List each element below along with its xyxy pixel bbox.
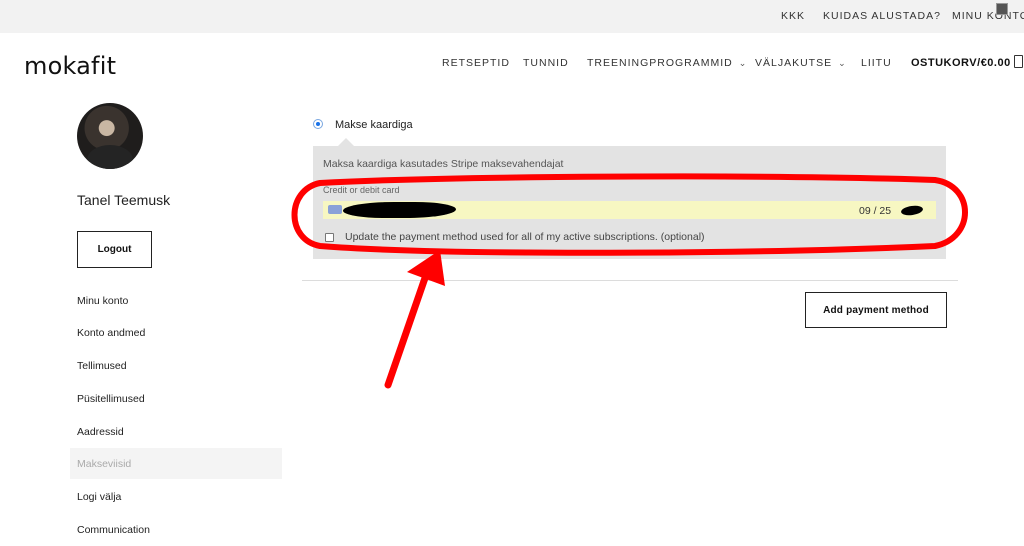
card-payment-radio[interactable] [313,119,323,129]
chevron-down-icon: ⌄ [738,58,748,68]
section-divider [302,280,958,281]
site-logo[interactable]: mokafit [24,52,116,80]
nav-item-valjakutse[interactable]: VÄLJAKUTSE ⌄ [755,57,847,69]
nav-item-label: LIITU [861,57,892,69]
sidebar-item-minu-konto[interactable]: Minu konto [77,295,128,307]
nav-item-label: TUNNID [523,57,569,69]
nav-item-retseptid[interactable]: RETSEPTID [442,57,510,69]
add-payment-method-button[interactable]: Add payment method [805,292,947,328]
sidebar-item-konto-andmed[interactable]: Konto andmed [77,327,145,339]
sidebar-item-aadressid[interactable]: Aadressid [77,426,124,438]
stripe-description: Maksa kaardiga kasutades Stripe maksevah… [323,158,564,170]
sidebar-item-communication[interactable]: Communication [77,524,150,536]
sidebar-item-logi-valja[interactable]: Logi välja [77,491,121,503]
card-payment-label[interactable]: Makse kaardiga [335,119,413,131]
topbar-link-kkk[interactable]: KKK [781,10,805,22]
card-brand-icon [328,205,342,214]
nav-item-label: VÄLJAKUTSE [755,57,833,69]
sidebar-item-pusitellimused[interactable]: Püsitellimused [77,393,145,405]
nav-item-label: RETSEPTID [442,57,510,69]
nav-item-tunnid[interactable]: TUNNID [523,57,569,69]
card-expiry-value[interactable]: 09 / 25 [859,205,891,217]
nav-item-liitu[interactable]: LIITU [861,57,892,69]
account-avatar-icon[interactable] [996,3,1008,15]
profile-avatar [77,103,143,169]
nav-item-label: TREENINGPROGRAMMID [587,57,733,69]
top-utility-bar: KKK KUIDAS ALUSTADA? MINU KONTO [0,0,1024,33]
shopping-bag-icon[interactable] [1014,55,1023,68]
update-all-subscriptions-label[interactable]: Update the payment method used for all o… [345,231,705,243]
panel-pointer [338,138,354,146]
sidebar-item-tellimused[interactable]: Tellimused [77,360,127,372]
logout-button[interactable]: Logout [77,231,152,268]
cart-link[interactable]: OSTUKORV/€0.00 [911,57,1011,69]
redaction-scribble [343,202,456,218]
chevron-down-icon: ⌄ [838,58,847,68]
topbar-link-kuidas-alustada[interactable]: KUIDAS ALUSTADA? [823,10,941,22]
nav-item-treeningprogrammid[interactable]: TREENINGPROGRAMMID ⌄ [587,57,747,69]
card-field-label: Credit or debit card [323,185,400,195]
sidebar-item-makseviisid[interactable]: Makseviisid [77,458,131,470]
profile-name: Tanel Teemusk [77,192,171,208]
topbar-link-minu-konto[interactable]: MINU KONTO [952,10,1024,22]
update-all-subscriptions-checkbox[interactable] [325,233,334,242]
annotation-arrow-shaft [384,274,429,389]
